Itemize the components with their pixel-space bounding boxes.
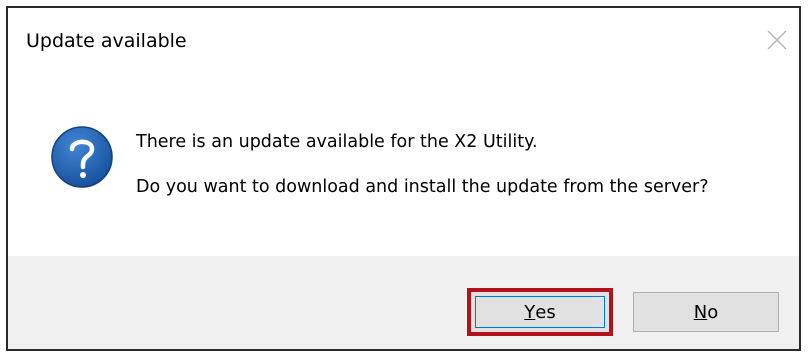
close-button[interactable] [759, 22, 795, 58]
title-bar: Update available [8, 8, 799, 70]
yes-label-rest: es [535, 301, 556, 323]
close-icon [767, 30, 787, 50]
dialog-content: There is an update available for the X2 … [8, 70, 799, 260]
message-line-1: There is an update available for the X2 … [136, 132, 538, 152]
no-label-rest: o [707, 301, 719, 323]
yes-button-focus: Yes [475, 296, 605, 328]
no-button[interactable]: No [633, 292, 779, 332]
button-bar: Yes No [8, 256, 799, 349]
window-title: Update available [26, 30, 187, 52]
update-dialog: Update available There is an update avai… [6, 6, 801, 351]
message-line-2: Do you want to download and install the … [136, 177, 709, 197]
message-text: There is an update available for the X2 … [136, 129, 756, 201]
question-icon [51, 126, 113, 188]
yes-button[interactable]: Yes [467, 288, 613, 336]
yes-accelerator: Y [524, 301, 536, 323]
no-accelerator: N [693, 301, 708, 323]
